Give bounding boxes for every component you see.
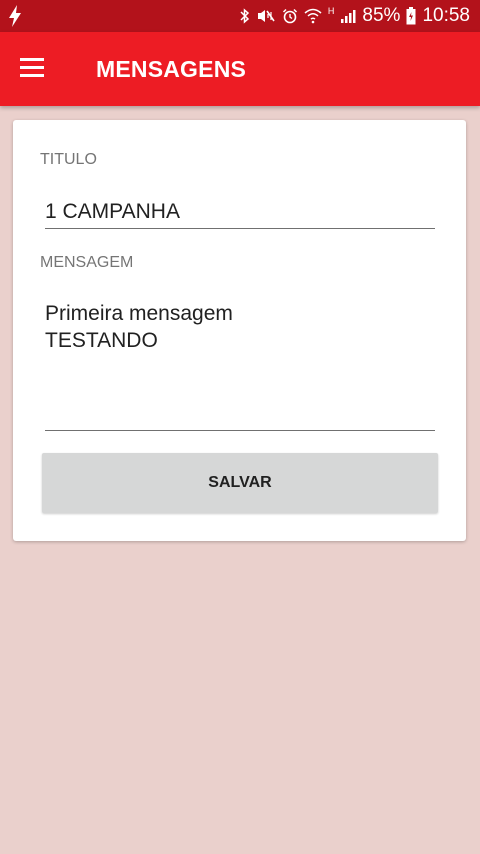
message-textarea[interactable]: Primeira mensagem TESTANDO [45, 300, 425, 420]
title-field-label: TITULO [40, 151, 97, 168]
app-bar: MENSAGENS [0, 32, 480, 106]
flash-icon [9, 5, 21, 27]
signal-icon [341, 10, 356, 23]
bluetooth-icon [240, 8, 250, 24]
menu-icon-line [20, 66, 44, 69]
message-line: Primeira mensagem [45, 302, 233, 325]
page-title: MENSAGENS [96, 56, 247, 82]
save-button[interactable]: SALVAR [42, 453, 438, 513]
menu-icon-line [20, 58, 44, 61]
menu-icon-line [20, 74, 44, 77]
message-line: TESTANDO [45, 329, 158, 352]
title-input-underline [45, 228, 435, 229]
mute-icon [257, 10, 275, 22]
clock: 10:58 [422, 5, 470, 26]
alarm-icon [282, 8, 297, 24]
message-form-card: TITULO 1 CAMPANHA MENSAGEM Primeira mens… [13, 120, 466, 541]
battery-percent: 85% [362, 5, 401, 26]
message-input-underline [45, 430, 435, 431]
title-input[interactable]: 1 CAMPANHA [45, 194, 425, 230]
battery-icon [406, 7, 416, 25]
status-bar: H 85% 10:58 [0, 0, 480, 32]
network-type-label: H [327, 6, 335, 16]
wifi-icon [304, 8, 322, 24]
status-icons: H 85% 10:58 [240, 0, 470, 32]
message-field-label: MENSAGEM [40, 254, 134, 271]
menu-icon[interactable] [20, 58, 44, 78]
